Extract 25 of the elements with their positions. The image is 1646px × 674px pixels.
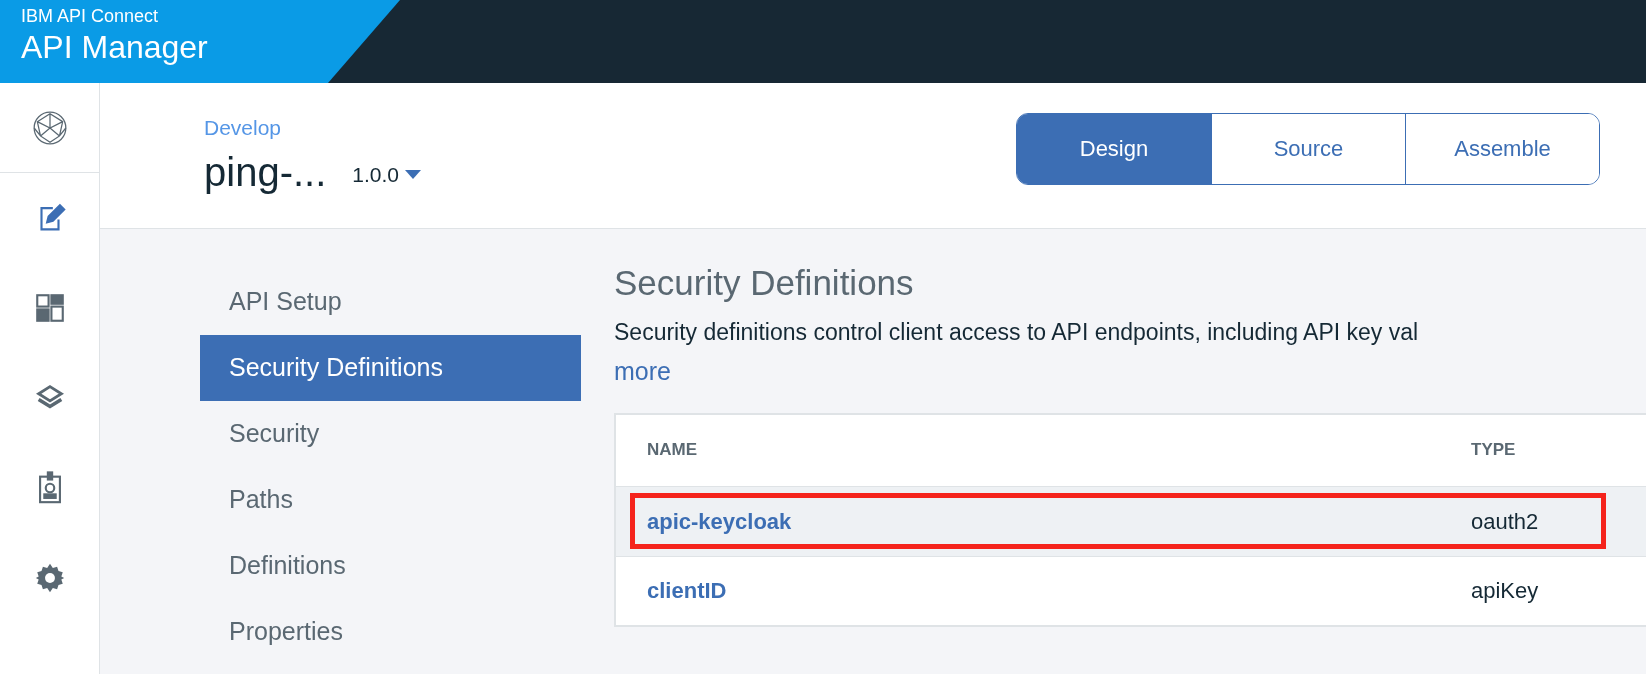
nav-item[interactable]: Definitions [200, 533, 581, 599]
view-tab[interactable]: Assemble [1405, 113, 1599, 184]
nav-item[interactable]: Properties [200, 599, 581, 665]
column-header: NAME [647, 439, 699, 462]
table-row[interactable]: apic-keycloak oauth2 [616, 486, 1646, 556]
table-row[interactable]: clientID apiKey [616, 555, 1646, 625]
nav-item[interactable]: Security [200, 401, 581, 467]
definition-type: apiKey [1471, 577, 1539, 605]
definition-name[interactable]: clientID [647, 574, 1471, 607]
more-link[interactable]: more [614, 353, 671, 391]
product-name: API Manager [21, 28, 209, 67]
definition-name[interactable]: apic-keycloak [647, 504, 1471, 538]
column-header: TYPE [1471, 439, 1516, 462]
view-tab[interactable]: Design [1017, 113, 1211, 184]
caret-icon [405, 170, 421, 180]
api-name: ping-... [204, 148, 327, 196]
brand-name: IBM API Connect [21, 5, 160, 27]
section-title: Security Definitions [614, 262, 915, 304]
nav-item[interactable]: Paths [200, 467, 581, 533]
breadcrumb-link[interactable]: Develop [204, 114, 421, 141]
section-description: Security definitions control client access to API endpoints, including API key val [614, 318, 1420, 347]
definition-type: oauth2 [1471, 507, 1539, 536]
version-dropdown[interactable]: 1.0.0 [352, 159, 421, 197]
nav-item[interactable]: API Setup [200, 269, 581, 335]
nav-item[interactable]: Security Definitions [200, 335, 581, 401]
